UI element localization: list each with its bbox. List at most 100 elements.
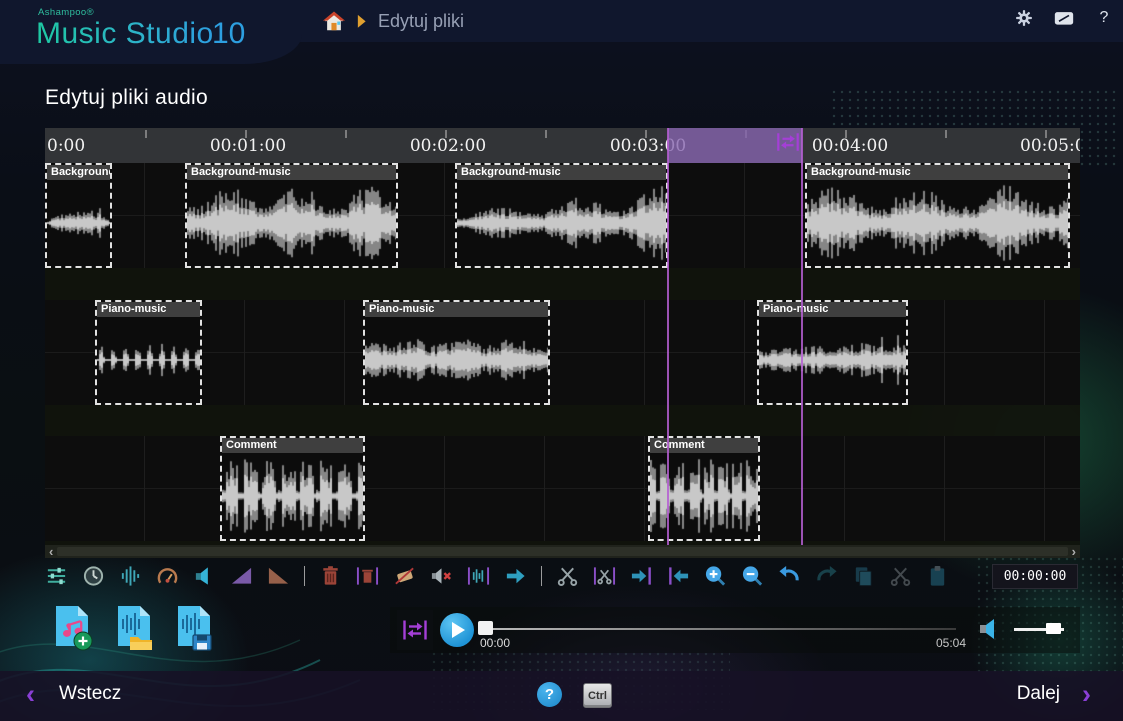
playback-current-time: 00:00: [480, 636, 510, 650]
clip-waveform: [47, 180, 110, 266]
audio-clip[interactable]: Background-music: [185, 163, 398, 268]
mute-selection-icon[interactable]: [430, 564, 453, 588]
feedback-icon[interactable]: [1054, 9, 1074, 27]
cursor-time-display: 00:00:00: [992, 564, 1078, 589]
undo-icon[interactable]: [778, 564, 801, 588]
back-label: Wstecz: [59, 683, 121, 705]
breadcrumb: Edytuj pliki: [323, 7, 464, 35]
time-stretch-icon[interactable]: [82, 564, 105, 588]
footer-help-button[interactable]: ?: [537, 682, 562, 707]
toolbar-separator: [541, 566, 542, 586]
file-actions-bar: [52, 603, 216, 653]
volume-slider-handle[interactable]: [1046, 623, 1061, 634]
header-actions: ?: [1015, 9, 1113, 27]
clip-title: Piano-music: [759, 302, 906, 317]
ctrl-key-hint: Ctrl: [583, 683, 612, 708]
ruler-tick: [145, 130, 147, 138]
ruler-time-label: 00:01:00: [210, 136, 286, 156]
audio-clip[interactable]: Background-music: [805, 163, 1070, 268]
page-title: Edytuj pliki audio: [45, 86, 208, 110]
audio-clip[interactable]: Piano-music: [757, 300, 908, 405]
app-window: Ashampoo® Music Studio 10 Edytuj pliki ?…: [0, 0, 1123, 721]
cut-selection-icon[interactable]: [593, 564, 616, 588]
redo-icon[interactable]: [815, 564, 838, 588]
fade-out-icon[interactable]: [267, 564, 290, 588]
footer-nav: ‹ Wstecz ? Ctrl Dalej ›: [0, 671, 1123, 721]
next-label: Dalej: [1017, 683, 1060, 705]
zoom-in-icon[interactable]: [704, 564, 727, 588]
trim-to-start-icon[interactable]: [630, 564, 653, 588]
chevron-left-icon: ‹: [26, 681, 35, 707]
volume-adjust-icon[interactable]: [193, 564, 216, 588]
back-button[interactable]: ‹ Wstecz: [26, 681, 121, 707]
clip-title: Background-music: [187, 165, 396, 180]
clip-waveform: [97, 317, 200, 403]
clip-waveform: [365, 317, 548, 403]
player-loop-icon[interactable]: [397, 610, 433, 650]
selection-end-line[interactable]: [801, 128, 803, 545]
playback-total-time: 05:04: [936, 636, 966, 650]
track-settings-icon[interactable]: [45, 564, 68, 588]
clip-waveform: [187, 180, 396, 266]
split-clip-icon[interactable]: [556, 564, 579, 588]
toolbar-separator: [304, 566, 305, 586]
help-icon[interactable]: ?: [1095, 9, 1113, 27]
edit-toolbar: 00:00:00: [45, 560, 1080, 592]
clip-waveform: [457, 180, 666, 266]
cut-icon[interactable]: [889, 564, 912, 588]
timeline: 0:0000:01:0000:02:0000:03:0000:04:0000:0…: [45, 128, 1080, 558]
breadcrumb-chevron-icon: [356, 14, 367, 29]
add-audio-file-button[interactable]: [52, 603, 96, 653]
paste-icon[interactable]: [926, 564, 949, 588]
audio-clip[interactable]: Piano-music: [363, 300, 550, 405]
audio-clip[interactable]: Comment: [220, 436, 365, 541]
clip-title: Piano-music: [97, 302, 200, 317]
track-lane-3[interactable]: [45, 436, 1080, 541]
clip-title: Comment: [222, 438, 363, 453]
audio-clip[interactable]: Comment: [648, 436, 760, 541]
tempo-gauge-icon[interactable]: [156, 564, 179, 588]
audio-clip[interactable]: Piano-music: [95, 300, 202, 405]
audio-clip[interactable]: Background-music: [45, 163, 112, 268]
clip-title: Piano-music: [365, 302, 548, 317]
copy-icon[interactable]: [852, 564, 875, 588]
breadcrumb-label: Edytuj pliki: [378, 11, 464, 32]
zoom-out-icon[interactable]: [741, 564, 764, 588]
timeline-scrollbar[interactable]: ‹ ›: [45, 545, 1080, 558]
playback-progress-track[interactable]: [488, 628, 956, 630]
brand-version-label: 10: [212, 17, 245, 51]
delete-selection-icon[interactable]: [356, 564, 379, 588]
fade-in-icon[interactable]: [230, 564, 253, 588]
open-audio-file-button[interactable]: [112, 603, 156, 653]
clip-title: Background-music: [47, 165, 110, 180]
player-bar: 00:00 05:04: [390, 607, 1080, 653]
play-button[interactable]: [440, 613, 474, 647]
home-icon[interactable]: [323, 10, 345, 32]
clip-waveform: [222, 453, 363, 539]
erase-selection-icon[interactable]: [393, 564, 416, 588]
equalizer-icon[interactable]: [119, 564, 142, 588]
selection-start-line[interactable]: [667, 128, 669, 545]
volume-speaker-icon[interactable]: [978, 618, 1004, 640]
scroll-left-icon[interactable]: ‹: [49, 547, 53, 557]
play-icon: [452, 622, 465, 638]
timeline-ruler[interactable]: 0:0000:01:0000:02:0000:03:0000:04:0000:0…: [45, 128, 1080, 164]
settings-gear-icon[interactable]: [1015, 9, 1033, 27]
selection-wave-icon[interactable]: [467, 564, 490, 588]
next-button[interactable]: Dalej ›: [1017, 681, 1091, 707]
trim-to-end-icon[interactable]: [667, 564, 690, 588]
save-audio-file-button[interactable]: [172, 603, 216, 653]
delete-clip-icon[interactable]: [319, 564, 342, 588]
chevron-right-icon: ›: [1082, 681, 1091, 707]
clip-title: Background-music: [807, 165, 1068, 180]
scrollbar-thumb[interactable]: [57, 547, 1067, 556]
clip-title: Background-music: [457, 165, 666, 180]
scroll-right-icon[interactable]: ›: [1072, 547, 1076, 557]
audio-clip[interactable]: Background-music: [455, 163, 668, 268]
loop-selection-icon[interactable]: [776, 131, 800, 153]
ruler-time-label: 0:00: [47, 136, 85, 156]
insert-silence-icon[interactable]: [504, 564, 527, 588]
app-logo: Ashampoo® Music Studio 10: [0, 0, 302, 64]
playback-progress-handle[interactable]: [478, 621, 493, 635]
ruler-tick: [345, 130, 347, 138]
